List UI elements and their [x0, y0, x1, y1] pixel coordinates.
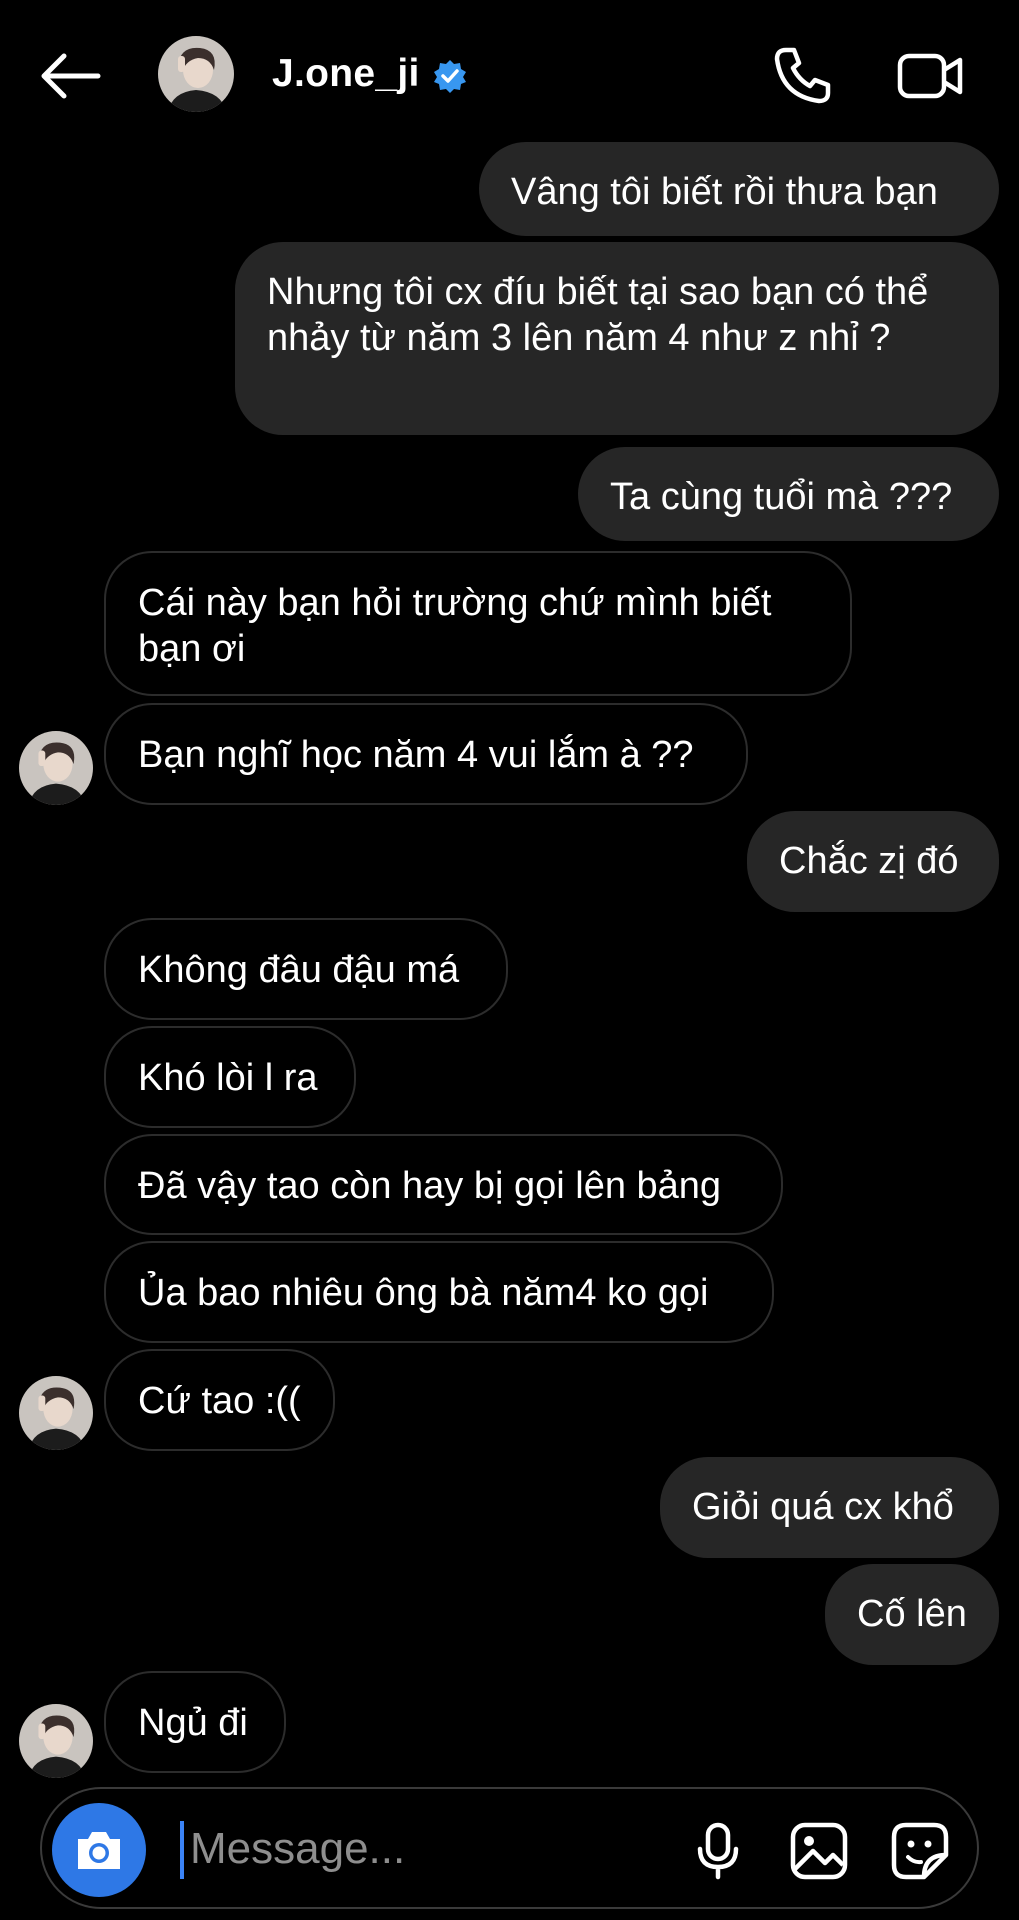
sent-message[interactable]: Vâng tôi biết rồi thưa bạn	[479, 142, 999, 236]
chat-header: J.one_ji	[0, 0, 1019, 150]
contact-avatar[interactable]	[158, 36, 234, 112]
received-message[interactable]: Ngủ đi	[104, 1671, 286, 1773]
sticker-icon[interactable]	[888, 1819, 952, 1883]
sent-message[interactable]: Giỏi quá cx khổ	[660, 1457, 999, 1558]
sent-message[interactable]: Nhưng tôi cx đíu biết tại sao bạn có thể…	[235, 242, 999, 435]
received-message[interactable]: Không đâu đậu má	[104, 918, 508, 1020]
sent-message[interactable]: Ta cùng tuổi mà ???	[578, 447, 999, 541]
video-camera-icon[interactable]	[896, 50, 966, 102]
sender-avatar[interactable]	[19, 1376, 93, 1450]
message-composer	[40, 1787, 979, 1909]
verified-badge-icon	[432, 58, 468, 94]
received-message[interactable]: Khó lòi l ra	[104, 1026, 356, 1128]
message-input[interactable]	[188, 1815, 692, 1883]
received-message[interactable]: Cứ tao :((	[104, 1349, 335, 1451]
microphone-icon[interactable]	[686, 1819, 750, 1883]
contact-username[interactable]: J.one_ji	[272, 52, 420, 96]
received-message[interactable]: Đã vậy tao còn hay bị gọi lên bảng	[104, 1134, 783, 1235]
camera-button[interactable]	[52, 1803, 146, 1897]
back-arrow-icon[interactable]	[36, 48, 106, 104]
sent-message[interactable]: Cố lên	[825, 1564, 999, 1665]
camera-icon	[78, 1832, 120, 1869]
sender-avatar[interactable]	[19, 1704, 93, 1778]
gallery-icon[interactable]	[787, 1819, 851, 1883]
sender-avatar[interactable]	[19, 731, 93, 805]
received-message[interactable]: Ủa bao nhiêu ông bà năm4 ko gọi	[104, 1241, 774, 1343]
sent-message[interactable]: Chắc zị đó	[747, 811, 999, 912]
received-message[interactable]: Cái này bạn hỏi trường chứ mình biết bạn…	[104, 551, 852, 696]
phone-icon[interactable]	[772, 44, 834, 106]
text-caret	[180, 1821, 184, 1879]
received-message[interactable]: Bạn nghĩ học năm 4 vui lắm à ??	[104, 703, 748, 805]
